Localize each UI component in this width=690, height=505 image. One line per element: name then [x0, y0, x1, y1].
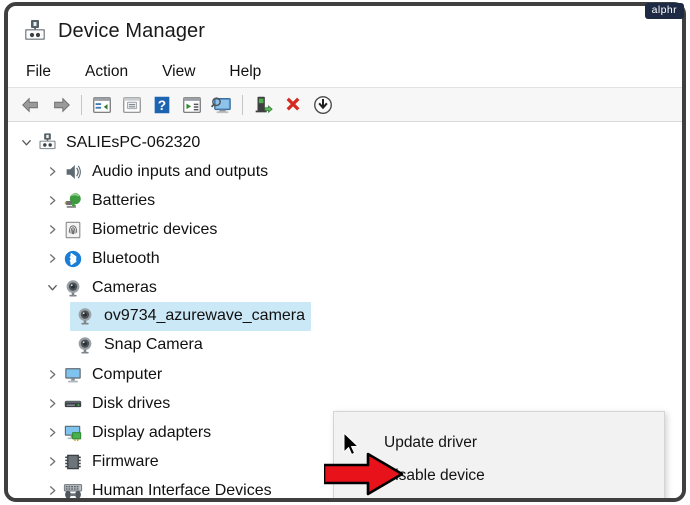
menu-view[interactable]: View: [160, 61, 197, 83]
tree-label-cameras: Cameras: [92, 278, 157, 296]
window-title: Device Manager: [58, 19, 206, 42]
toolbar-separator-2: [242, 94, 243, 115]
menu-bar: File Action View Help: [8, 56, 682, 88]
camera-icon: [74, 305, 96, 327]
chevron-right-icon[interactable]: [42, 195, 62, 206]
tree-label-batteries: Batteries: [92, 191, 156, 209]
tree-row-root[interactable]: SALIEsPC-062320: [8, 128, 682, 157]
tree-row-audio[interactable]: Audio inputs and outputs: [8, 157, 682, 186]
device-manager-icon: [22, 18, 48, 44]
display-adapter-icon: [62, 422, 84, 444]
chevron-right-icon[interactable]: [42, 369, 62, 380]
menu-file[interactable]: File: [24, 61, 53, 83]
context-menu-item-disable-device[interactable]: Disable device: [334, 459, 664, 492]
tree-row-cameras[interactable]: Cameras: [8, 273, 682, 302]
update-driver-icon[interactable]: [117, 91, 147, 119]
tree-row-snap-camera[interactable]: Snap Camera: [8, 331, 682, 360]
help-icon[interactable]: ?: [147, 91, 177, 119]
camera-icon: [74, 334, 96, 356]
selection-highlight: ov9734_azurewave_camera: [70, 302, 312, 331]
screenshot-root: Device Manager File Action View Help ? S…: [0, 0, 690, 505]
tree-label-root: SALIEsPC-062320: [66, 133, 201, 151]
menu-help[interactable]: Help: [227, 61, 263, 83]
alphr-watermark: alphr: [644, 3, 684, 19]
chevron-right-icon[interactable]: [42, 253, 62, 264]
show-hidden-devices-icon[interactable]: [177, 91, 207, 119]
properties-icon[interactable]: [87, 91, 117, 119]
tree-label-disk-drives: Disk drives: [92, 394, 171, 412]
fingerprint-icon: [62, 219, 84, 241]
speaker-icon: [62, 161, 84, 183]
context-menu[interactable]: Update driver Disable device Uninstall d…: [333, 411, 665, 498]
tree-row-ov9734-camera[interactable]: ov9734_azurewave_camera: [8, 302, 682, 331]
forward-arrow-icon[interactable]: [46, 91, 76, 119]
window-titlebar: Device Manager: [8, 6, 682, 56]
tree-label-bluetooth: Bluetooth: [92, 249, 160, 267]
tree-row-computer[interactable]: Computer: [8, 360, 682, 389]
monitor-icon: [62, 364, 84, 386]
tree-label-display-adapters: Display adapters: [92, 423, 212, 441]
disable-device-icon[interactable]: [308, 91, 338, 119]
tree-label-firmware: Firmware: [92, 452, 159, 470]
tree-label-computer: Computer: [92, 365, 163, 383]
camera-icon: [62, 277, 84, 299]
context-menu-item-uninstall-device[interactable]: Uninstall device: [334, 492, 664, 498]
hid-icon: [62, 480, 84, 499]
tree-label-ov9734-camera: ov9734_azurewave_camera: [104, 307, 306, 324]
enable-device-icon[interactable]: [248, 91, 278, 119]
tree-row-batteries[interactable]: Batteries: [8, 186, 682, 215]
battery-icon: [62, 190, 84, 212]
chevron-down-icon[interactable]: [42, 282, 62, 293]
tree-row-biometric[interactable]: Biometric devices: [8, 215, 682, 244]
tree-label-hid: Human Interface Devices: [92, 481, 272, 499]
menu-action[interactable]: Action: [83, 61, 130, 83]
toolbar: ?: [8, 88, 682, 122]
firmware-icon: [62, 451, 84, 473]
row-content: Snap Camera: [70, 331, 209, 360]
bluetooth-icon: [62, 248, 84, 270]
chevron-down-icon[interactable]: [16, 137, 36, 148]
chevron-right-icon[interactable]: [42, 485, 62, 496]
uninstall-device-icon[interactable]: [278, 91, 308, 119]
svg-text:?: ?: [158, 98, 166, 113]
chevron-right-icon[interactable]: [42, 398, 62, 409]
back-arrow-icon[interactable]: [16, 91, 46, 119]
chevron-right-icon[interactable]: [42, 166, 62, 177]
tree-label-snap-camera: Snap Camera: [104, 336, 203, 353]
toolbar-separator: [81, 94, 82, 115]
device-tree-pane[interactable]: SALIEsPC-062320 Audio inputs and outputs: [8, 122, 682, 499]
scan-hardware-icon[interactable]: [207, 91, 237, 119]
chevron-right-icon[interactable]: [42, 427, 62, 438]
tree-label-biometric: Biometric devices: [92, 220, 218, 238]
computer-root-icon: [36, 132, 58, 154]
disk-drive-icon: [62, 393, 84, 415]
tree-row-bluetooth[interactable]: Bluetooth: [8, 244, 682, 273]
chevron-right-icon[interactable]: [42, 224, 62, 235]
device-manager-window: Device Manager File Action View Help ? S…: [4, 2, 686, 502]
context-menu-item-update-driver[interactable]: Update driver: [334, 426, 664, 459]
tree-label-audio: Audio inputs and outputs: [92, 162, 269, 180]
chevron-right-icon[interactable]: [42, 456, 62, 467]
